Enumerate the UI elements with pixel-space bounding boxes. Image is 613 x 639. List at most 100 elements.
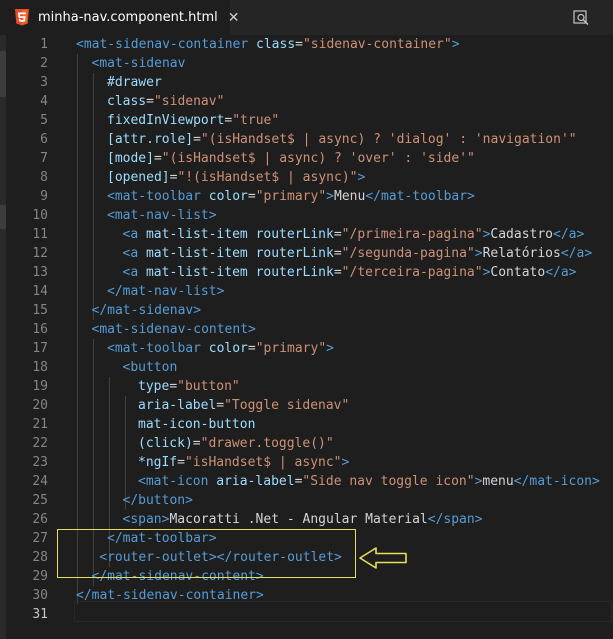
line-number: 16	[32, 322, 48, 337]
code-token: =	[216, 398, 225, 413]
code-token: <button	[122, 360, 178, 375]
code-token: Cadastro	[490, 227, 554, 242]
code-token: *ngIf	[138, 455, 178, 470]
code-token: =	[333, 265, 342, 280]
code-token: "Toggle sidenav"	[224, 398, 350, 413]
code-line[interactable]: 10 <mat-nav-list>	[0, 206, 613, 225]
code-line[interactable]: 5 fixedInViewport="true"	[0, 111, 613, 130]
code-token: [opened]	[107, 170, 170, 185]
line-number: 9	[40, 189, 48, 204]
code-editor[interactable]: 1 <mat-sidenav-container class="sidenav-c…	[0, 35, 613, 639]
code-token: </mat-icon>	[513, 474, 600, 489]
code-token: "sidenav"	[153, 94, 225, 109]
annotation-highlight-box	[57, 529, 356, 578]
code-text: *ngIf="isHandset$ | async">	[138, 453, 349, 472]
line-number: 13	[32, 265, 48, 280]
code-token: >	[451, 37, 460, 52]
code-token: <mat-icon	[138, 474, 217, 489]
code-text: <mat-toolbar color="primary">Menu</mat-t…	[107, 187, 475, 206]
code-line[interactable]: 11 <a mat-list-item routerLink="/primeira…	[0, 225, 613, 244]
code-line[interactable]: 15 </mat-sidenav>	[0, 301, 613, 320]
code-line[interactable]: 31	[0, 605, 613, 624]
code-line[interactable]: 25 </button>	[0, 491, 613, 510]
code-token: type	[138, 379, 170, 394]
code-token: "button"	[177, 379, 240, 394]
code-line[interactable]: 8 [opened]="!(isHandset$ | async)">	[0, 168, 613, 187]
code-text: (click)="drawer.toggle()"	[138, 434, 334, 453]
line-number: 30	[32, 588, 48, 603]
code-token: "!(isHandset$ | async)"	[177, 170, 358, 185]
code-line[interactable]: 21 mat-icon-button	[0, 415, 613, 434]
close-icon[interactable]: ✕	[228, 10, 240, 26]
code-token: </a>	[560, 246, 593, 261]
code-token: #drawer	[107, 75, 162, 90]
code-line[interactable]: 23 *ngIf="isHandset$ | async">	[0, 453, 613, 472]
code-token: mat-list-item	[145, 265, 256, 280]
code-line[interactable]: 14 </mat-nav-list>	[0, 282, 613, 301]
code-line[interactable]: 30 </mat-sidenav-container>	[0, 586, 613, 605]
code-token: =	[333, 246, 342, 261]
code-line[interactable]: 6 [attr.role]="(isHandset$ | async) ? 'di…	[0, 130, 613, 149]
code-text: <span>Macoratti .Net - Angular Material<…	[123, 510, 483, 529]
code-token: [attr.role]	[107, 132, 194, 147]
code-token: [mode]	[107, 151, 154, 166]
code-line[interactable]: 24 <mat-icon aria-label="Side nav toggle …	[0, 472, 613, 491]
code-token: </mat-toolbar>	[365, 189, 475, 204]
line-number: 15	[32, 303, 48, 318]
code-token: "sidenav-container"	[302, 37, 452, 52]
line-number: 14	[32, 284, 48, 299]
code-token: "Side nav toggle icon"	[302, 474, 475, 489]
code-line[interactable]: 4 class="sidenav"	[0, 92, 613, 111]
code-token: <mat-sidenav-container	[76, 37, 257, 52]
open-preview-icon[interactable]	[572, 9, 590, 27]
code-token: </a>	[545, 265, 577, 280]
code-text: class="sidenav"	[107, 92, 224, 111]
code-line[interactable]: 16 <mat-sidenav-content>	[0, 320, 613, 339]
code-line[interactable]: 12 <a mat-list-item routerLink="/segunda-…	[0, 244, 613, 263]
code-text: <a mat-list-item routerLink="/terceira-p…	[123, 263, 577, 282]
code-token: "(isHandset$ | async) ? 'over' : 'side'"	[161, 151, 475, 166]
code-token: >	[326, 341, 334, 356]
code-line[interactable]: 9 <mat-toolbar color="primary">Menu</mat-…	[0, 187, 613, 206]
code-text: [opened]="!(isHandset$ | async)">	[107, 168, 365, 187]
code-line[interactable]: 20 aria-label="Toggle sidenav"	[0, 396, 613, 415]
line-number: 11	[32, 227, 48, 242]
line-number: 18	[32, 360, 48, 375]
tab-minha-nav-component[interactable]: minha-nav.component.html ✕	[0, 0, 239, 35]
code-token: aria-label	[138, 398, 217, 413]
code-line[interactable]: 19 type="button"	[0, 377, 613, 396]
line-number: 25	[32, 493, 48, 508]
code-token: </mat-sidenav-container>	[76, 588, 264, 603]
code-line[interactable]: 3 #drawer	[0, 73, 613, 92]
code-text: <mat-sidenav-container class="sidenav-co…	[76, 35, 460, 54]
code-line[interactable]: 2 <mat-sidenav	[0, 54, 613, 73]
tab-bar: minha-nav.component.html ✕	[0, 0, 613, 35]
line-number: 24	[32, 474, 48, 489]
code-line[interactable]: 1 <mat-sidenav-container class="sidenav-c…	[0, 35, 613, 54]
code-token: "isHandset$ | async"	[184, 455, 342, 470]
line-number: 8	[40, 170, 48, 185]
code-line[interactable]: 7 [mode]="(isHandset$ | async) ? 'over' :…	[0, 149, 613, 168]
code-token: mat-list-item	[145, 227, 256, 242]
code-line[interactable]: 18 <button	[0, 358, 613, 377]
code-token: </span>	[427, 512, 483, 527]
code-token: >	[326, 189, 334, 204]
code-line[interactable]: 26 <span>Macoratti .Net - Angular Materia…	[0, 510, 613, 529]
code-line[interactable]: 17 <mat-toolbar color="primary">	[0, 339, 613, 358]
code-text: <mat-sidenav	[92, 54, 186, 73]
code-token: <mat-toolbar	[107, 341, 209, 356]
code-line[interactable]: 22 (click)="drawer.toggle()"	[0, 434, 613, 453]
code-token: routerLink	[255, 265, 334, 280]
code-token: </button>	[122, 493, 193, 508]
code-token: "true"	[232, 113, 280, 128]
code-token: <span>	[122, 512, 170, 527]
code-token: class	[107, 94, 147, 109]
code-token: class	[256, 37, 296, 52]
vertical-scrollbar[interactable]	[599, 35, 613, 639]
code-token: =	[169, 379, 178, 394]
code-token: <a	[122, 246, 146, 261]
code-line[interactable]: 13 <a mat-list-item routerLink="/terceira…	[0, 263, 613, 282]
code-token: mat-icon-button	[138, 417, 256, 432]
code-token: <mat-sidenav	[91, 56, 186, 71]
code-text: <a mat-list-item routerLink="/primeira-p…	[123, 225, 585, 244]
